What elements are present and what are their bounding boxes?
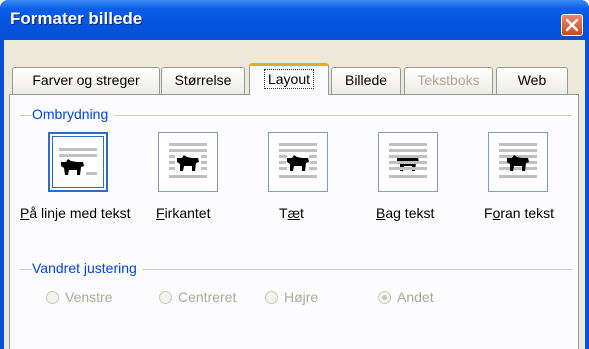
wrap-label-inline: På linje med tekst: [20, 205, 131, 221]
wrap-label-rest: å linje med tekst: [29, 205, 131, 221]
behind-text-icon: [389, 143, 427, 178]
tab-farver-og-streger[interactable]: Farver og streger: [12, 67, 160, 94]
tight-wrap-icon: [279, 143, 317, 178]
tab-label: Størrelse: [174, 72, 232, 88]
wrap-label-behind: Bag tekst: [376, 205, 434, 221]
tab-tekstboks[interactable]: Tekstboks: [404, 67, 493, 94]
access-key: P: [20, 205, 30, 221]
title-bar[interactable]: Formater billede: [0, 0, 589, 40]
radio-hoejre[interactable]: Højre: [265, 288, 318, 306]
radio-label: Andet: [397, 289, 434, 305]
access-key: æ: [287, 205, 301, 221]
tight-wrap-option[interactable]: [268, 132, 328, 192]
wrap-label-rest: ran tekst: [500, 205, 555, 221]
square-wrap-icon: [169, 143, 207, 178]
group-label-wrapping: Ombrydning: [32, 106, 115, 122]
access-key: F: [156, 205, 165, 221]
behind-text-option[interactable]: [378, 132, 438, 192]
radio-circle: [159, 291, 172, 304]
tab-stoerrelse[interactable]: Størrelse: [161, 67, 245, 94]
tab-label: Layout: [263, 69, 315, 89]
wrap-label-rest: T: [279, 205, 288, 221]
radio-circle: [378, 291, 391, 304]
tab-label: Tekstboks: [417, 72, 480, 88]
tab-label: Billede: [344, 72, 388, 88]
group-label-alignment: Vandret justering: [32, 260, 143, 276]
wrap-label-rest: irkantet: [164, 205, 211, 221]
dialog-body: Farver og streger Størrelse Layout Bille…: [4, 40, 585, 349]
layout-panel: Ombrydning På linje med tekst Firkantet …: [9, 94, 579, 349]
radio-venstre[interactable]: Venstre: [46, 288, 112, 306]
square-wrap-option[interactable]: [158, 132, 218, 192]
tab-layout[interactable]: Layout: [249, 63, 329, 95]
wrap-label-front: Foran tekst: [484, 205, 554, 221]
wrap-label-rest: ag tekst: [385, 205, 435, 221]
tab-web[interactable]: Web: [496, 67, 568, 94]
wrap-label-rest: t: [300, 205, 304, 221]
tab-label: Web: [517, 72, 547, 88]
radio-andet[interactable]: Andet: [378, 288, 434, 306]
close-button[interactable]: [561, 14, 583, 36]
radio-label: Højre: [284, 289, 319, 305]
dialog-title: Formater billede: [10, 9, 143, 28]
inline-with-text-option[interactable]: [48, 132, 108, 192]
radio-circle: [46, 291, 59, 304]
wrap-label-tight: Tæt: [279, 205, 304, 221]
tab-label: Farver og streger: [32, 72, 140, 88]
tab-billede[interactable]: Billede: [331, 67, 401, 94]
radio-label: Centreret: [178, 289, 237, 305]
in-front-of-text-option[interactable]: [488, 132, 548, 192]
in-front-of-text-icon: [499, 143, 537, 178]
wrap-label-square: Firkantet: [156, 205, 210, 221]
radio-centreret[interactable]: Centreret: [159, 288, 236, 306]
inline-with-text-icon: [59, 148, 97, 175]
radio-circle: [265, 291, 278, 304]
access-key: B: [376, 205, 386, 221]
dialog-window: Formater billede Farver og streger Størr…: [0, 0, 589, 349]
radio-label: Venstre: [65, 289, 113, 305]
tab-strip: Farver og streger Størrelse Layout Bille…: [4, 40, 585, 100]
close-icon: [565, 18, 579, 32]
wrap-label-rest: F: [484, 205, 493, 221]
